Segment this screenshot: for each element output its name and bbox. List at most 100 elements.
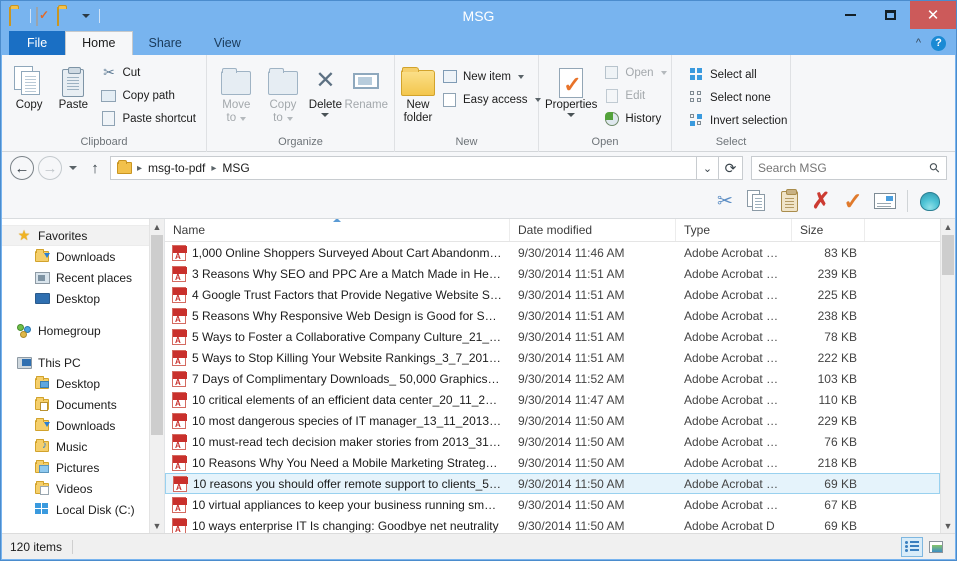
minimize-button[interactable] [830,1,870,29]
column-header-size[interactable]: Size [792,219,865,241]
sidebar-item-local-disk[interactable]: Local Disk (C:) [2,499,164,520]
sidebar-item-favorites[interactable]: ★ Favorites [2,225,164,246]
new-item-button[interactable]: New item [437,65,545,88]
up-button[interactable]: ↑ [84,156,106,180]
table-row[interactable]: 10 must-read tech decision maker stories… [165,431,940,452]
search-input[interactable] [758,161,931,175]
copy-to-dropdown-icon[interactable] [286,116,293,121]
move-to-button[interactable]: Move to [213,59,260,125]
sidebar-item-downloads-pc[interactable]: Downloads [2,415,164,436]
rename-button[interactable]: Rename [345,59,388,112]
table-row[interactable]: 10 reasons you should offer remote suppo… [165,473,940,494]
file-scroll-thumb[interactable] [942,235,954,275]
table-row[interactable]: 5 Reasons Why Responsive Web Design is G… [165,305,940,326]
toolbar-shell-button[interactable] [915,186,945,216]
tab-share[interactable]: Share [133,31,198,55]
large-icons-view-button[interactable] [925,537,947,557]
open-button[interactable]: Open [599,61,670,84]
copy-button[interactable]: Copy [8,59,50,112]
paste-button[interactable]: Paste [52,59,94,112]
maximize-button[interactable] [870,1,910,29]
cut-button[interactable]: ✂ Cut [96,61,200,84]
file-list-scrollbar[interactable]: ▲ ▼ [940,219,955,533]
sidebar-item-downloads[interactable]: Downloads [2,246,164,267]
sidebar-item-pictures[interactable]: Pictures [2,457,164,478]
refresh-button[interactable]: ⟳ [719,156,743,180]
collapse-ribbon-icon[interactable]: ^ [916,37,921,49]
properties-button[interactable]: Properties [545,59,597,117]
new-item-dropdown-icon[interactable] [517,74,524,79]
new-folder-button[interactable]: New folder [401,59,435,125]
copy-path-button[interactable]: Copy path [96,84,200,107]
nav-scroll-thumb[interactable] [151,235,163,435]
table-row[interactable]: 10 most dangerous species of IT manager_… [165,410,940,431]
address-dropdown-button[interactable]: ⌄ [697,156,719,180]
toolbar-paste-button[interactable] [774,186,804,216]
column-header-name[interactable]: Name [165,219,510,241]
sidebar-item-videos[interactable]: Videos [2,478,164,499]
close-button[interactable]: ✕ [910,1,956,29]
sidebar-item-desktop[interactable]: Desktop [2,373,164,394]
sidebar-item-homegroup[interactable]: Homegroup [2,320,164,341]
sidebar-item-this-pc[interactable]: This PC [2,352,164,373]
toolbar-rename-button[interactable] [870,186,900,216]
qat-properties-icon[interactable] [36,7,52,26]
file-scroll-down-button[interactable]: ▼ [941,518,955,533]
paste-icon [780,188,798,212]
qat-customize-dropdown-icon[interactable] [78,8,94,24]
properties-dropdown-icon[interactable] [567,113,576,117]
table-row[interactable]: 4 Google Trust Factors that Provide Nega… [165,284,940,305]
help-icon[interactable]: ? [931,35,946,51]
breadcrumb-separator-0[interactable]: ▸ [135,163,144,174]
tab-view[interactable]: View [198,31,257,55]
table-row[interactable]: 10 virtual appliances to keep your busin… [165,494,940,515]
nav-scroll-down-button[interactable]: ▼ [150,518,164,533]
open-dropdown-icon[interactable] [660,70,667,75]
copy-to-button[interactable]: Copy to [260,59,307,125]
file-scroll-up-button[interactable]: ▲ [941,219,955,234]
navigation-scrollbar[interactable]: ▲ ▼ [149,219,164,533]
table-row[interactable]: 3 Reasons Why SEO and PPC Are a Match Ma… [165,263,940,284]
forward-button[interactable]: → [38,156,62,180]
column-header-date-modified[interactable]: Date modified [510,219,676,241]
select-all-button[interactable]: Select all [684,63,791,86]
sidebar-item-music[interactable]: Music [2,436,164,457]
search-box[interactable]: ⚲ [751,156,947,180]
tab-home[interactable]: Home [65,31,133,55]
paste-shortcut-button[interactable]: Paste shortcut [96,107,200,130]
table-row[interactable]: 10 critical elements of an efficient dat… [165,389,940,410]
qat-new-folder-icon[interactable] [57,7,73,26]
breadcrumb[interactable]: ▸ msg-to-pdf ▸ MSG [110,156,697,180]
toolbar-cut-button[interactable]: ✂ [710,186,740,216]
sidebar-item-recent-places[interactable]: Recent places [2,267,164,288]
easy-access-button[interactable]: Easy access [437,88,545,111]
delete-button[interactable]: ✕ Delete [306,59,344,117]
move-to-dropdown-icon[interactable] [240,116,247,121]
back-button[interactable]: ← [10,156,34,180]
table-row[interactable]: 1,000 Online Shoppers Surveyed About Car… [165,242,940,263]
column-header-type[interactable]: Type [676,219,792,241]
sidebar-item-documents[interactable]: Documents [2,394,164,415]
tab-file[interactable]: File [9,31,66,55]
breadcrumb-separator-1[interactable]: ▸ [209,163,218,174]
edit-button[interactable]: Edit [599,84,670,107]
table-row[interactable]: 7 Days of Complimentary Downloads_ 50,00… [165,368,940,389]
table-row[interactable]: 5 Ways to Foster a Collaborative Company… [165,326,940,347]
history-button[interactable]: History [599,107,670,130]
delete-dropdown-icon[interactable] [321,113,330,117]
toolbar-copy-button[interactable] [742,186,772,216]
qat-folder-icon[interactable] [9,7,25,26]
sidebar-item-desktop-fav[interactable]: Desktop [2,288,164,309]
breadcrumb-item-1[interactable]: MSG [218,161,253,175]
details-view-button[interactable] [901,536,923,557]
table-row[interactable]: 10 Reasons Why You Need a Mobile Marketi… [165,452,940,473]
breadcrumb-item-0[interactable]: msg-to-pdf [144,161,209,175]
table-row[interactable]: 10 ways enterprise IT Is changing: Goodb… [165,515,940,533]
select-none-button[interactable]: Select none [684,86,791,109]
recent-locations-button[interactable] [65,156,81,180]
table-row[interactable]: 5 Ways to Stop Killing Your Website Rank… [165,347,940,368]
nav-scroll-up-button[interactable]: ▲ [150,219,164,234]
invert-selection-button[interactable]: Invert selection [684,109,791,132]
toolbar-delete-button[interactable]: ✗ [806,186,836,216]
toolbar-confirm-button[interactable]: ✓ [838,186,868,216]
